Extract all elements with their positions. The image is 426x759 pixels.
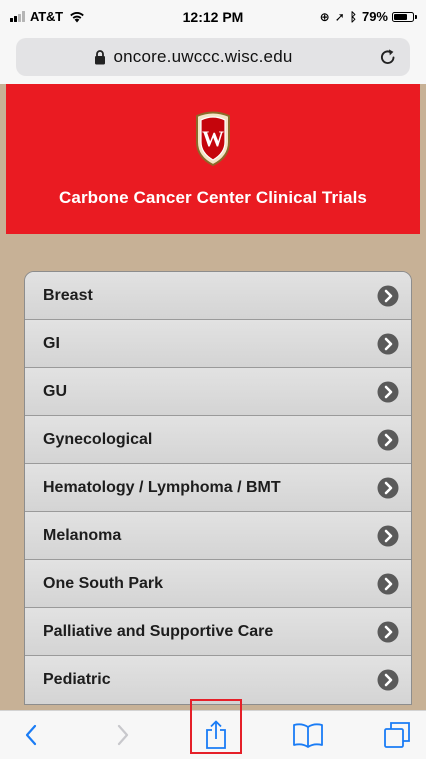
crest-letter: W [202,126,224,151]
battery-icon [392,11,417,22]
bookmarks-icon [293,723,323,748]
tabs-button[interactable] [380,719,414,751]
trial-category-item[interactable]: Gynecological [25,416,411,464]
trial-category-label: Hematology / Lymphoma / BMT [43,478,281,496]
share-button-highlight [190,699,242,754]
trial-category-item[interactable]: Palliative and Supportive Care [25,608,411,656]
back-button[interactable] [14,719,48,751]
trial-category-label: Pediatric [43,671,111,688]
forward-button[interactable] [106,719,140,751]
address-center: oncore.uwccc.wisc.edu [16,38,370,76]
chevron-right-icon [377,381,399,403]
trial-category-list: Breast GI GU Gynecological Hematology / Lymp… [24,271,412,705]
trial-category-label: Breast [43,286,93,304]
url-text[interactable]: oncore.uwccc.wisc.edu [114,47,293,67]
chevron-right-icon [377,285,399,307]
lock-icon [94,49,105,64]
chevron-right-icon [377,429,399,451]
trial-category-item[interactable]: GU [25,368,411,416]
battery-percent: 79% [361,9,388,24]
forward-icon [117,724,129,746]
orientation-lock-icon: ⊕ [319,9,330,24]
bookmarks-button[interactable] [291,719,325,751]
phone-screen: AT&T 12:12 PM ⊕ ➚ ᛒ 79% oncore.uwccc.wis… [0,0,426,759]
uw-crest-logo: W [196,111,230,166]
chevron-right-icon [377,333,399,355]
page-body: Breast GI GU Gynecological Hematology / Lymp… [6,234,420,710]
battery-level [394,13,407,20]
trial-category-item[interactable]: One South Park [25,560,411,608]
site-title: Carbone Cancer Center Clinical Trials [59,188,367,207]
site-header: W Carbone Cancer Center Clinical Trials [6,84,420,234]
trial-category-label: Melanoma [43,526,122,544]
address-area: oncore.uwccc.wisc.edu [0,34,426,84]
trial-category-item[interactable]: Pediatric [25,656,411,704]
trial-category-item[interactable]: Hematology / Lymphoma / BMT [25,464,411,512]
back-icon [25,724,37,746]
trial-category-label: One South Park [43,574,164,592]
trial-category-label: Gynecological [43,430,153,448]
address-bar[interactable]: oncore.uwccc.wisc.edu [16,38,410,76]
trial-category-label: GI [43,334,60,352]
location-icon: ➚ [334,9,345,24]
trial-category-item[interactable]: GI [25,320,411,368]
bluetooth-icon: ᛒ [349,9,357,24]
chevron-right-icon [377,621,399,643]
trial-category-item[interactable]: Melanoma [25,512,411,560]
chevron-right-icon [377,573,399,595]
trial-category-item[interactable]: Breast [25,272,411,320]
status-right: ⊕ ➚ ᛒ 79% [319,9,417,24]
chevron-right-icon [377,477,399,499]
chevron-right-icon [377,525,399,547]
trial-category-label: Palliative and Supportive Care [43,622,274,640]
reload-icon[interactable] [378,47,398,67]
tabs-icon [384,722,410,748]
chevron-right-icon [377,669,399,691]
status-bar: AT&T 12:12 PM ⊕ ➚ ᛒ 79% [0,0,426,34]
trial-category-label: GU [43,382,67,400]
